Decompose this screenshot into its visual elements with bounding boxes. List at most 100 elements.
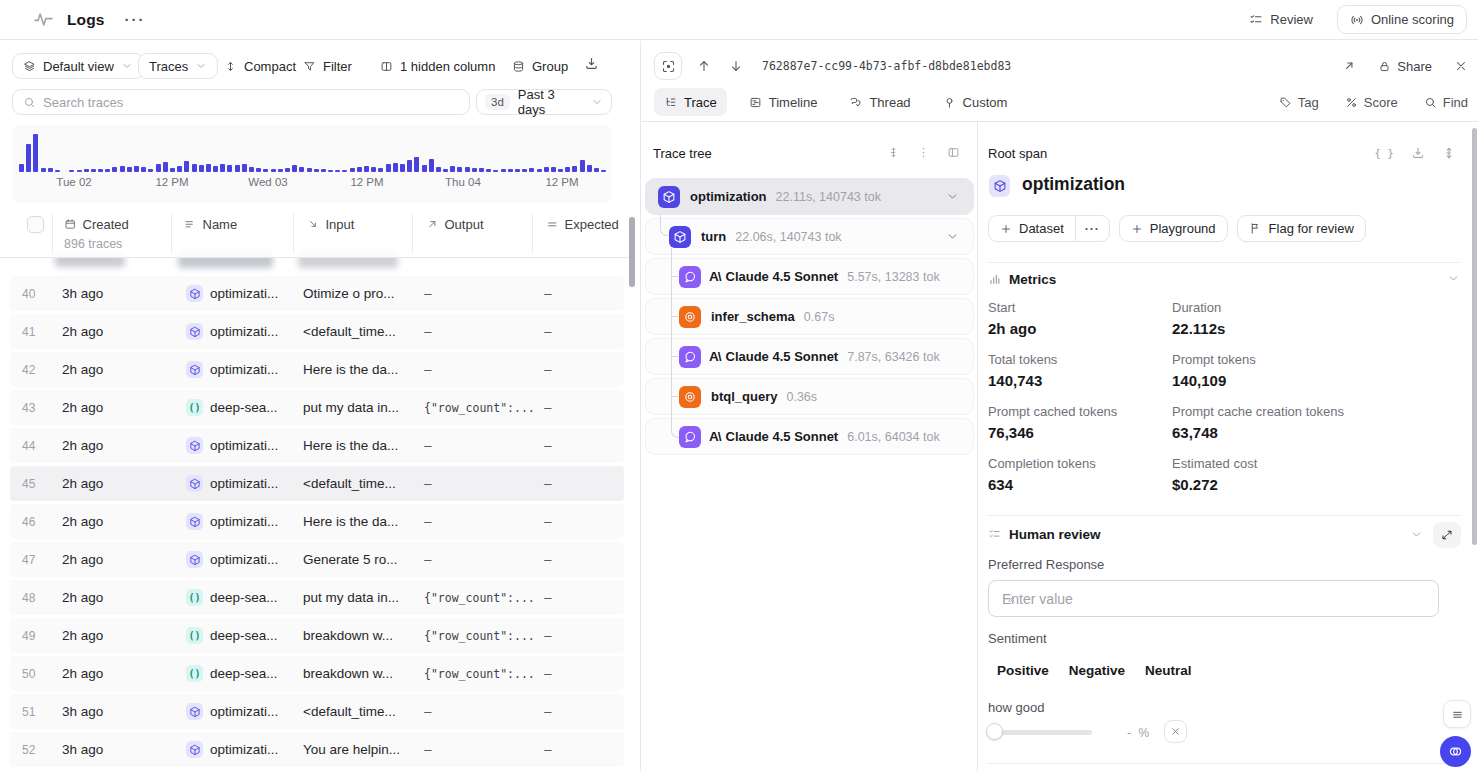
tab-timeline[interactable]: Timeline xyxy=(739,88,828,116)
layers-icon xyxy=(23,60,36,73)
resize-span-icon[interactable] xyxy=(1442,146,1456,160)
column-header-output[interactable]: Output xyxy=(426,217,484,232)
table-row[interactable]: 523h agooptimizati...You are helpin...–– xyxy=(10,732,624,767)
sentiment-negative[interactable]: Negative xyxy=(1069,663,1125,678)
span-type-icon xyxy=(989,175,1010,197)
histogram-bar xyxy=(371,167,376,172)
table-row[interactable]: 472h agooptimizati...Generate 5 ro...–– xyxy=(10,542,624,577)
histogram-bar xyxy=(551,167,556,172)
next-trace-button[interactable] xyxy=(729,59,743,73)
page-menu-button[interactable]: ··· xyxy=(124,11,145,28)
add-to-dataset-button[interactable]: Dataset xyxy=(988,215,1075,242)
tree-row-claude-4-5-sonnet[interactable]: A\Claude 4.5 Sonnet5.57s, 13283 tok xyxy=(645,258,974,295)
open-external-icon[interactable] xyxy=(1342,59,1356,73)
human-review-section-header[interactable]: Human review xyxy=(988,527,1101,542)
close-button[interactable] xyxy=(1454,59,1468,73)
histogram-bar xyxy=(335,170,340,172)
tree-row-turn[interactable]: turn22.06s, 140743 tok xyxy=(645,218,974,255)
filter-button[interactable]: Filter xyxy=(303,53,352,79)
chevron-down-icon[interactable] xyxy=(1447,272,1460,285)
tab-trace[interactable]: Trace xyxy=(654,88,727,116)
column-header-name[interactable]: Name xyxy=(184,217,237,232)
histogram-bar xyxy=(393,163,398,172)
date-range-select[interactable]: 3d Past 3 days xyxy=(476,89,612,115)
histogram-bar xyxy=(350,168,355,172)
column-header-created[interactable]: Created xyxy=(64,217,129,232)
prev-trace-button[interactable] xyxy=(697,59,711,73)
logs-waveform-icon xyxy=(33,9,54,30)
cell-expected: – xyxy=(537,324,624,339)
histogram-bar xyxy=(91,169,96,172)
table-row[interactable]: 412h agooptimizati...<default_time...–– xyxy=(10,314,624,349)
tree-row-infer-schema[interactable]: infer_schema0.67s xyxy=(645,298,974,335)
cell-expected: – xyxy=(537,514,624,529)
tree-row-optimization[interactable]: optimization22.11s, 140743 tok xyxy=(645,178,974,215)
right-scrollbar-thumb[interactable] xyxy=(1472,128,1477,545)
trace-volume-histogram[interactable]: Tue 0212 PMWed 0312 PMThu 0412 PM xyxy=(12,125,612,203)
review-button[interactable]: Review xyxy=(1249,12,1313,27)
table-row[interactable]: 442h agooptimizati...Here is the da...–– xyxy=(10,428,624,463)
kebab-menu-icon[interactable] xyxy=(917,146,930,159)
table-row[interactable]: 403h agooptimizati...Otimize o pro...–– xyxy=(10,276,624,311)
playground-button[interactable]: Playground xyxy=(1119,215,1228,242)
braintrust-fab-button[interactable] xyxy=(1440,736,1471,767)
histogram-bar xyxy=(443,169,448,172)
toggle-panel-icon[interactable] xyxy=(947,146,960,159)
metric-completion-tokens: Completion tokens634 xyxy=(988,456,1172,508)
tree-row-claude-4-5-sonnet[interactable]: A\Claude 4.5 Sonnet7.87s, 63426 tok xyxy=(645,338,974,375)
table-row[interactable]: 502h ago()deep-sea...breakdown w...{"row… xyxy=(10,656,624,691)
column-header-expected[interactable]: Expected xyxy=(546,217,619,232)
share-button[interactable]: Share xyxy=(1378,59,1432,74)
tree-row-claude-4-5-sonnet[interactable]: A\Claude 4.5 Sonnet6.01s, 64034 tok xyxy=(645,418,974,455)
group-button[interactable]: Group xyxy=(512,53,568,79)
score-button[interactable]: Score xyxy=(1345,95,1398,110)
left-scrollbar-thumb[interactable] xyxy=(629,217,635,287)
tree-row-btql-query[interactable]: btql_query0.36s xyxy=(645,378,974,415)
focus-span-button[interactable] xyxy=(654,52,682,80)
compact-button[interactable]: Compact xyxy=(224,53,296,79)
tab-thread[interactable]: Thread xyxy=(839,88,920,116)
flag-for-review-button[interactable]: Flag for review xyxy=(1237,215,1366,242)
table-row[interactable]: 482h ago()deep-sea...put my data in...{"… xyxy=(10,580,624,615)
chevron-down-icon[interactable] xyxy=(1410,528,1423,541)
tab-custom[interactable]: Custom xyxy=(933,88,1018,116)
tag-button[interactable]: Tag xyxy=(1279,95,1319,110)
expand-review-button[interactable] xyxy=(1433,522,1461,548)
chevron-down-icon[interactable] xyxy=(946,190,959,203)
histogram-bar xyxy=(508,169,513,172)
find-button[interactable]: Find xyxy=(1424,95,1468,110)
online-scoring-button[interactable]: Online scoring xyxy=(1337,5,1467,34)
score-slider[interactable] xyxy=(988,730,1092,735)
table-row[interactable]: 422h agooptimizati...Here is the da...–– xyxy=(10,352,624,387)
table-row[interactable]: 432h ago()deep-sea...put my data in...{"… xyxy=(10,390,624,425)
histogram-tick-label: 12 PM xyxy=(155,176,188,188)
column-header-input[interactable]: Input xyxy=(307,217,354,232)
table-row[interactable]: 513h agooptimizati...<default_time...–– xyxy=(10,694,624,729)
search-input[interactable]: Search traces xyxy=(12,89,470,115)
sentiment-neutral[interactable]: Neutral xyxy=(1145,663,1192,678)
sentiment-positive[interactable]: Positive xyxy=(997,663,1049,678)
table-row[interactable]: 462h agooptimizati...Here is the da...–– xyxy=(10,504,624,539)
expand-sidebar-button[interactable] xyxy=(1443,700,1471,728)
metric-start: Start2h ago xyxy=(988,300,1172,352)
chevron-down-icon[interactable] xyxy=(946,230,959,243)
score-slider-thumb[interactable] xyxy=(986,723,1003,740)
traces-select[interactable]: Traces xyxy=(138,53,218,79)
histogram-bar xyxy=(407,160,412,172)
dataset-more-button[interactable]: ··· xyxy=(1075,215,1110,242)
histogram-bar xyxy=(19,164,24,172)
traces-count: 896 traces xyxy=(64,237,122,251)
view-select[interactable]: Default view xyxy=(12,53,144,79)
preferred-response-textarea[interactable]: Enter value xyxy=(988,580,1439,617)
select-all-checkbox[interactable] xyxy=(27,216,44,233)
metrics-section-header[interactable]: Metrics xyxy=(988,272,1056,287)
hidden-column-button[interactable]: 1 hidden column xyxy=(380,53,495,79)
resize-rows-icon[interactable] xyxy=(887,146,900,159)
table-row[interactable]: 452h agooptimizati...<default_time...–– xyxy=(10,466,624,501)
resize-grip-icon[interactable] xyxy=(1002,591,1014,603)
download-span-icon[interactable] xyxy=(1411,146,1425,160)
clear-score-button[interactable] xyxy=(1164,720,1187,743)
json-view-icon[interactable]: { } xyxy=(1374,147,1394,160)
table-row[interactable]: 492h ago()deep-sea...breakdown w...{"row… xyxy=(10,618,624,653)
download-button[interactable] xyxy=(584,56,599,71)
